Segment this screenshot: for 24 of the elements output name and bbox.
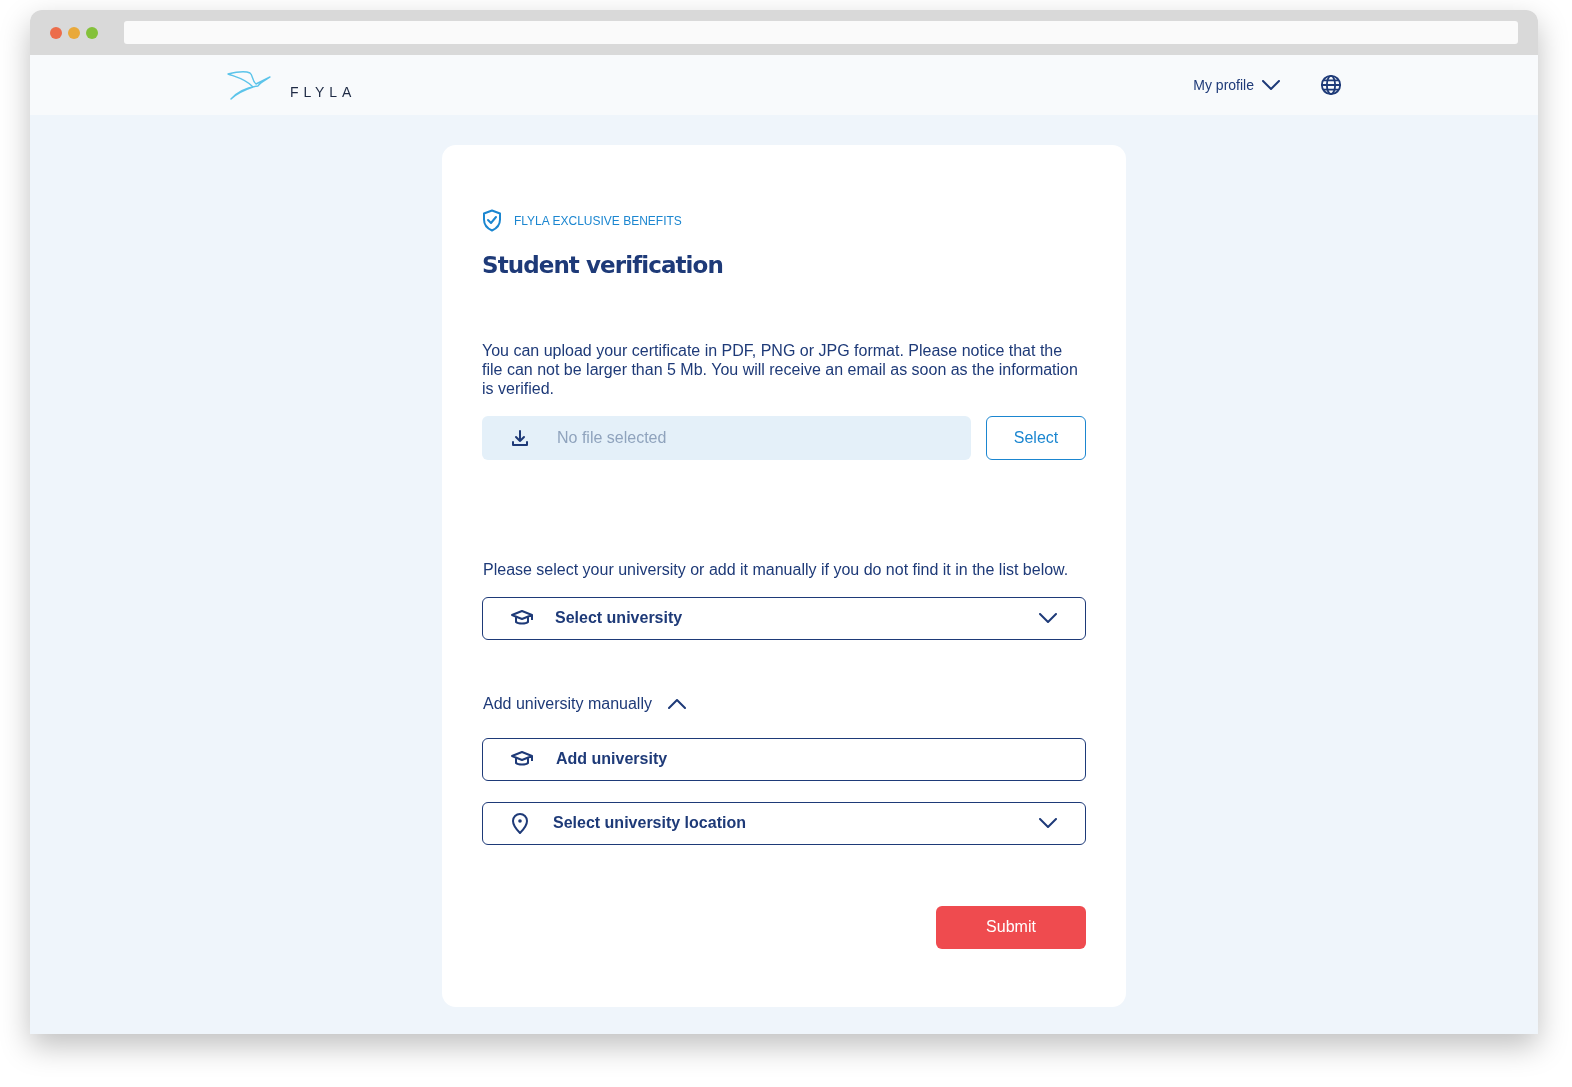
university-prompt: Please select your university or add it manually if you do not find it in the list below. — [483, 559, 1070, 580]
add-manually-toggle[interactable]: Add university manually — [483, 691, 686, 716]
profile-menu[interactable]: My profile — [1193, 74, 1280, 96]
upload-instructions: You can upload your certificate in PDF, PNG or JPG format. Please notice that the file can not be larger than 5 Mb. You will receive an email as soon as the information is verified. — [482, 340, 1079, 398]
file-field[interactable]: No file selected — [482, 415, 971, 460]
graduation-cap-icon — [511, 749, 533, 768]
chevron-icon — [667, 698, 686, 709]
map-pin-icon — [511, 812, 529, 834]
shield-check-icon — [482, 209, 502, 232]
eyebrow-label: FLYLA EXCLUSIVE BENEFITS — [514, 212, 682, 230]
select-file-button[interactable]: Select — [986, 415, 1086, 460]
page-title: Student verification — [482, 251, 724, 280]
add-university-field[interactable]: Add university — [482, 737, 1086, 781]
logo-wordmark: FLYLA — [290, 82, 357, 102]
dropdown-placeholder: Select university location — [553, 813, 747, 833]
globe-icon[interactable] — [1320, 74, 1342, 96]
chevron-icon — [1039, 818, 1057, 828]
university-dropdown[interactable]: Select university — [482, 596, 1086, 640]
submit-button[interactable]: Submit — [936, 905, 1086, 949]
address-bar[interactable] — [124, 21, 1518, 44]
graduation-cap-icon — [511, 609, 533, 627]
dropdown-placeholder: Select university — [555, 608, 684, 628]
download-icon — [511, 428, 529, 447]
location-dropdown[interactable]: Select university location — [482, 801, 1086, 845]
